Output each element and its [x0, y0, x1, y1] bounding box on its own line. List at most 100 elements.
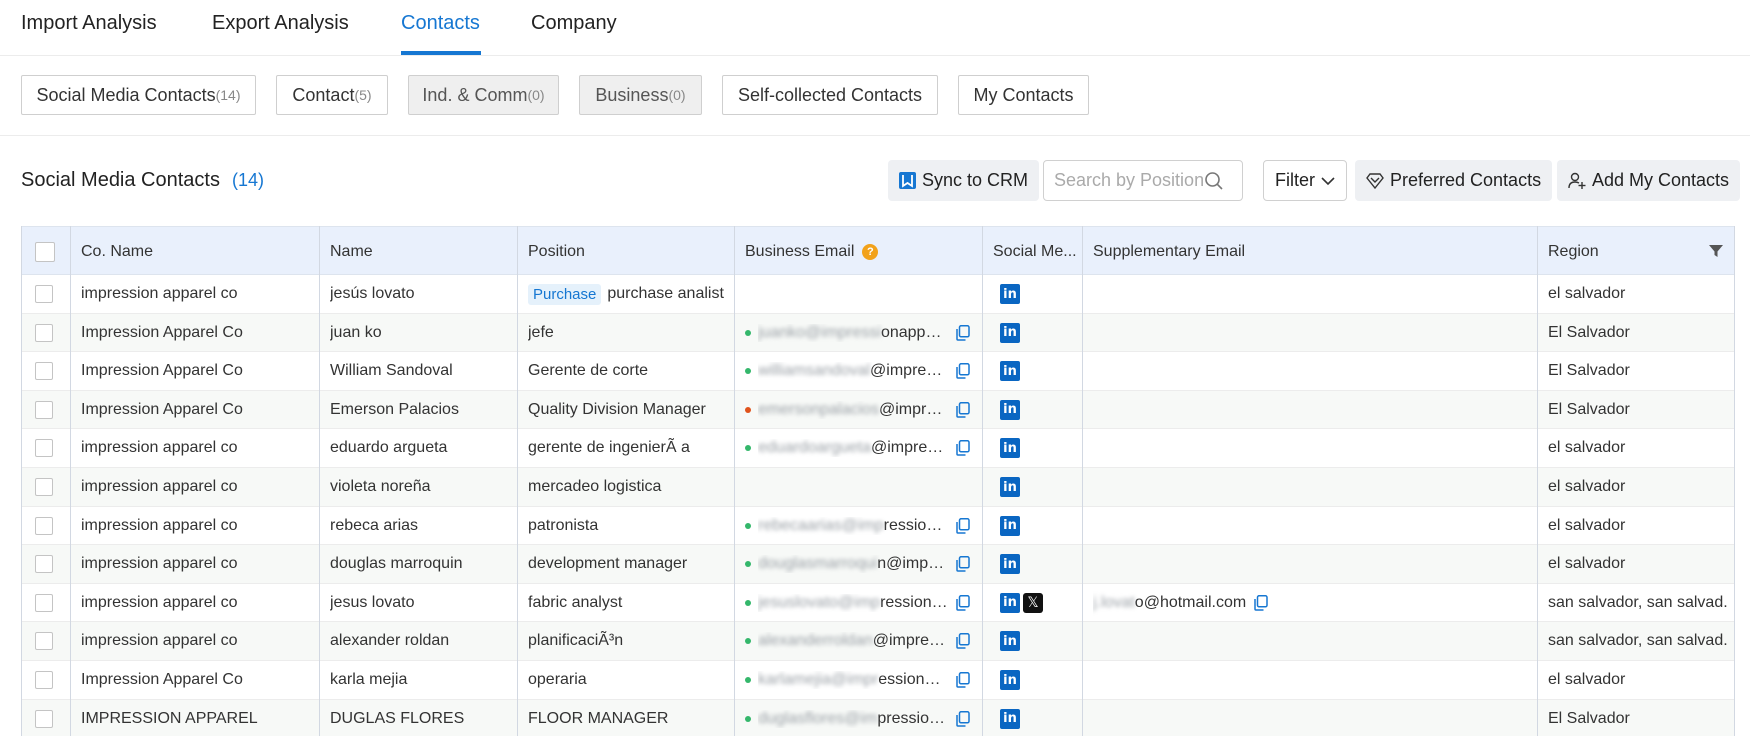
- cell-company[interactable]: impression apparel co: [81, 584, 313, 622]
- linkedin-icon[interactable]: in: [1000, 322, 1020, 343]
- business-email[interactable]: karlamejia@impressionap...: [758, 671, 948, 689]
- subtab-contact[interactable]: Contact (5): [276, 75, 388, 115]
- cell-name[interactable]: douglas marroquin: [330, 545, 510, 583]
- supplementary-email[interactable]: j.lovato@hotmail.com: [1093, 594, 1246, 612]
- copy-icon[interactable]: [956, 594, 970, 611]
- business-email[interactable]: juanko@impressionappare...: [758, 324, 948, 342]
- filter-button[interactable]: Filter: [1263, 160, 1347, 201]
- business-email[interactable]: jesuslovato@impressiona...: [758, 594, 948, 612]
- table-row[interactable]: impression apparel co jesus lovato fabric …: [21, 584, 1735, 623]
- cell-name[interactable]: DUGLAS FLORES: [330, 700, 510, 736]
- copy-icon[interactable]: [956, 324, 970, 341]
- business-email[interactable]: emersonpalacios@impres...: [758, 401, 948, 419]
- tab-contacts[interactable]: Contacts: [401, 12, 480, 35]
- cell-company[interactable]: impression apparel co: [81, 507, 313, 545]
- row-checkbox[interactable]: [35, 593, 53, 612]
- row-checkbox[interactable]: [35, 439, 53, 458]
- subtab-my-contacts[interactable]: My Contacts: [958, 75, 1089, 115]
- linkedin-icon[interactable]: in: [1000, 670, 1020, 690]
- tab-export-analysis[interactable]: Export Analysis: [212, 12, 349, 35]
- subtab-self-collected-contacts[interactable]: Self-collected Contacts: [722, 75, 938, 115]
- cell-name[interactable]: jesús lovato: [330, 275, 510, 313]
- business-email[interactable]: eduardoargueta@impressi...: [758, 439, 948, 457]
- subtab-ind-comm[interactable]: Ind. & Comm (0): [408, 75, 559, 115]
- table-row[interactable]: IMPRESSION APPAREL DUGLAS FLORES FLOOR MAN…: [21, 699, 1735, 736]
- cell-company[interactable]: Impression Apparel Co: [81, 352, 313, 390]
- cell-company[interactable]: Impression Apparel Co: [81, 314, 313, 352]
- search-input[interactable]: [1054, 170, 1204, 191]
- cell-name[interactable]: violeta noreña: [330, 468, 510, 506]
- row-checkbox[interactable]: [35, 709, 53, 728]
- cell-name[interactable]: alexander roldan: [330, 622, 510, 660]
- copy-icon[interactable]: [956, 556, 970, 572]
- help-icon[interactable]: ?: [862, 243, 879, 260]
- cell-name[interactable]: rebeca arias: [330, 507, 510, 545]
- preferred-contacts-button[interactable]: Preferred Contacts: [1355, 160, 1553, 201]
- row-checkbox[interactable]: [35, 400, 53, 419]
- linkedin-icon[interactable]: in: [1000, 399, 1020, 420]
- row-checkbox[interactable]: [35, 671, 53, 689]
- row-checkbox[interactable]: [35, 323, 53, 342]
- row-checkbox[interactable]: [35, 632, 53, 651]
- cell-company[interactable]: impression apparel co: [81, 429, 313, 467]
- table-row[interactable]: impression apparel co douglas marroquin de…: [21, 545, 1735, 584]
- cell-name[interactable]: karla mejia: [330, 661, 510, 699]
- business-email[interactable]: williamsandoval@impressi...: [758, 362, 948, 380]
- table-row[interactable]: Impression Apparel Co William Sandoval Ger…: [21, 352, 1735, 391]
- cell-name[interactable]: Emerson Palacios: [330, 391, 510, 429]
- sync-to-crm-button[interactable]: Sync to CRM: [888, 160, 1040, 201]
- copy-icon[interactable]: [956, 401, 970, 418]
- table-row[interactable]: impression apparel co alexander roldan pla…: [21, 622, 1735, 661]
- linkedin-icon[interactable]: in: [1000, 477, 1020, 497]
- cell-name[interactable]: jesus lovato: [330, 584, 510, 622]
- linkedin-icon[interactable]: in: [1000, 438, 1020, 459]
- x-twitter-icon[interactable]: 𝕏: [1023, 592, 1043, 613]
- table-row[interactable]: Impression Apparel Co Emerson Palacios Qua…: [21, 390, 1735, 430]
- copy-icon[interactable]: [956, 363, 970, 379]
- cell-company[interactable]: impression apparel co: [81, 275, 313, 313]
- linkedin-icon[interactable]: in: [1000, 708, 1020, 729]
- linkedin-icon[interactable]: in: [1000, 361, 1020, 382]
- tab-import-analysis[interactable]: Import Analysis: [21, 12, 157, 35]
- linkedin-icon[interactable]: in: [1000, 554, 1020, 575]
- copy-icon[interactable]: [1254, 594, 1268, 611]
- cell-name[interactable]: juan ko: [330, 314, 510, 352]
- linkedin-icon[interactable]: in: [1000, 631, 1020, 652]
- row-checkbox[interactable]: [35, 362, 53, 381]
- business-email[interactable]: douglasmarroquin@impre...: [758, 555, 948, 573]
- row-checkbox[interactable]: [35, 555, 53, 574]
- business-email[interactable]: rebecaarias@impressiona...: [758, 517, 948, 535]
- table-row[interactable]: impression apparel co eduardo argueta gere…: [21, 429, 1735, 468]
- table-row[interactable]: Impression Apparel Co karla mejia operaria…: [21, 661, 1735, 700]
- search-icon[interactable]: [1204, 171, 1224, 191]
- row-checkbox[interactable]: [35, 285, 53, 303]
- table-row[interactable]: impression apparel co rebeca arias patroni…: [21, 507, 1735, 546]
- filter-funnel-icon[interactable]: [1709, 244, 1723, 258]
- linkedin-icon[interactable]: in: [1000, 284, 1020, 304]
- search-by-position[interactable]: [1043, 160, 1243, 201]
- copy-icon[interactable]: [956, 710, 970, 727]
- linkedin-icon[interactable]: in: [1000, 515, 1020, 536]
- add-my-contacts-button[interactable]: Add My Contacts: [1557, 160, 1741, 201]
- subtab-social-media-contacts[interactable]: Social Media Contacts (14): [21, 75, 256, 115]
- cell-company[interactable]: Impression Apparel Co: [81, 391, 313, 429]
- table-row[interactable]: impression apparel co jesús lovato Purchas…: [21, 275, 1735, 314]
- cell-company[interactable]: Impression Apparel Co: [81, 661, 313, 699]
- table-row[interactable]: Impression Apparel Co juan ko jefe juanko@i…: [21, 313, 1735, 353]
- row-checkbox[interactable]: [35, 516, 53, 535]
- table-row[interactable]: impression apparel co violeta noreña merca…: [21, 468, 1735, 507]
- cell-company[interactable]: impression apparel co: [81, 545, 313, 583]
- row-checkbox[interactable]: [35, 478, 53, 496]
- cell-company[interactable]: impression apparel co: [81, 622, 313, 660]
- select-all-checkbox[interactable]: [35, 241, 55, 262]
- copy-icon[interactable]: [956, 440, 970, 457]
- copy-icon[interactable]: [956, 672, 970, 688]
- tab-company[interactable]: Company: [531, 12, 617, 35]
- cell-company[interactable]: impression apparel co: [81, 468, 313, 506]
- cell-company[interactable]: IMPRESSION APPAREL: [81, 700, 313, 736]
- copy-icon[interactable]: [956, 517, 970, 534]
- cell-name[interactable]: eduardo argueta: [330, 429, 510, 467]
- subtab-business[interactable]: Business (0): [579, 75, 702, 115]
- cell-name[interactable]: William Sandoval: [330, 352, 510, 390]
- business-email[interactable]: duglasflores@impressiona...: [758, 710, 948, 728]
